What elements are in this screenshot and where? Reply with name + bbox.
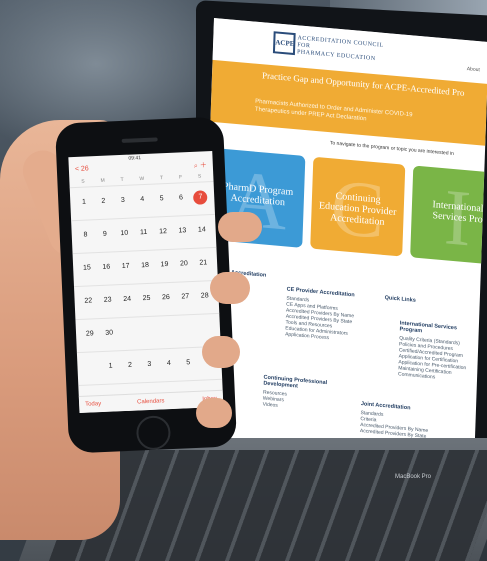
phone-screen: 09:41 < 26 ⌕ ＋ S M T W T F S 1 2 3 4 5 6… (68, 150, 224, 414)
calendar-day[interactable]: 4 (135, 193, 150, 208)
calendar-day[interactable]: 3 (116, 194, 131, 209)
weekday: T (120, 176, 124, 184)
column-heading: Quick Links (384, 295, 416, 304)
calendar-day[interactable]: 18 (138, 259, 153, 274)
search-icon[interactable]: ⌕ ＋ (194, 160, 207, 171)
weekday: M (100, 177, 105, 184)
finger (196, 398, 232, 428)
calendar-day[interactable]: 10 (117, 227, 132, 242)
calendar-day[interactable]: 21 (196, 256, 211, 271)
column-international: International Services Program Quality C… (398, 320, 480, 384)
finger (210, 272, 250, 304)
tile-international[interactable]: I International Services Pro (410, 165, 487, 266)
calendar-day[interactable] (141, 325, 156, 340)
nav-hint: To navigate to the program or topic you … (329, 140, 454, 158)
calendar-day[interactable] (84, 360, 99, 375)
calendar-day[interactable]: 2 (96, 194, 111, 209)
about-link[interactable]: About (467, 66, 480, 73)
today-button[interactable]: Today (85, 401, 101, 408)
weekday: F (178, 174, 183, 181)
column-joint: Joint Accreditation Standards Criteria A… (360, 401, 451, 442)
tile-label: Continuing Education Provider Accreditat… (318, 190, 397, 228)
calendar-day[interactable]: 16 (99, 260, 114, 275)
calendar-day[interactable] (121, 326, 136, 341)
banner-subtitle[interactable]: Pharmacists Authorized to Order and Admi… (255, 98, 415, 128)
calendar-day[interactable]: 19 (157, 258, 172, 273)
tile-ce-provider[interactable]: C Continuing Education Provider Accredit… (310, 156, 406, 257)
acpe-logo[interactable]: ACPE (272, 31, 296, 56)
calendar-day[interactable]: 23 (100, 293, 115, 308)
calendar-day[interactable]: 30 (102, 326, 117, 341)
calendar-day[interactable]: 14 (195, 223, 210, 238)
calendar-day[interactable]: 5 (154, 192, 169, 207)
calendar-day-today[interactable]: 7 (193, 190, 208, 205)
calendar-day[interactable]: 4 (162, 357, 177, 372)
home-button[interactable] (135, 415, 172, 451)
calendar-day[interactable]: 24 (120, 293, 135, 308)
calendar-day[interactable]: 20 (177, 257, 192, 272)
org-name: ACCREDITATION COUNCIL FOR PHARMACY EDUCA… (297, 35, 398, 65)
calendar-day[interactable]: 17 (118, 260, 133, 275)
calendar-day[interactable]: 8 (78, 228, 93, 243)
finger (202, 336, 240, 368)
calendar-day[interactable]: 25 (139, 292, 154, 307)
column-cpd: Continuing Professional Development Reso… (263, 375, 344, 415)
calendar-day[interactable]: 1 (103, 359, 118, 374)
calendar-day[interactable]: 26 (159, 291, 174, 306)
column-quick-links: Quick Links (384, 295, 444, 309)
calendar-day[interactable]: 22 (81, 294, 96, 309)
weekday: S (197, 173, 202, 180)
calendar-day[interactable]: 6 (174, 191, 189, 206)
phone-speaker (121, 137, 158, 143)
calendar-day[interactable] (160, 324, 175, 339)
calendar-day[interactable]: 2 (123, 358, 138, 373)
back-button[interactable]: < 26 (75, 165, 89, 173)
calendar-day[interactable] (180, 323, 195, 338)
calendar-day[interactable]: 27 (178, 290, 193, 305)
calendar-day[interactable]: 15 (80, 261, 95, 276)
calendar-day[interactable]: 5 (181, 356, 196, 371)
photo-scene: ACPE ACCREDITATION COUNCIL FOR PHARMACY … (0, 0, 487, 561)
calendar-day[interactable]: 3 (142, 358, 157, 373)
calendars-button[interactable]: Calendars (137, 398, 165, 405)
weekday: T (159, 175, 164, 182)
calendar-day[interactable]: 29 (83, 327, 98, 342)
laptop-brand-label: MacBook Pro (395, 474, 432, 480)
calendar-day[interactable]: 1 (77, 195, 92, 210)
weekday: W (139, 175, 145, 183)
calendar-day[interactable]: 11 (136, 226, 151, 241)
column-ce-provider: CE Provider Accreditation Standards CE A… (285, 287, 377, 346)
weekday: S (81, 178, 85, 185)
calendar-day[interactable] (199, 322, 214, 337)
calendar-day[interactable]: 9 (98, 227, 113, 242)
calendar-day[interactable]: 13 (175, 224, 190, 239)
calendar-day[interactable]: 12 (156, 225, 171, 240)
status-time: 09:41 (128, 155, 142, 162)
finger (218, 212, 262, 242)
